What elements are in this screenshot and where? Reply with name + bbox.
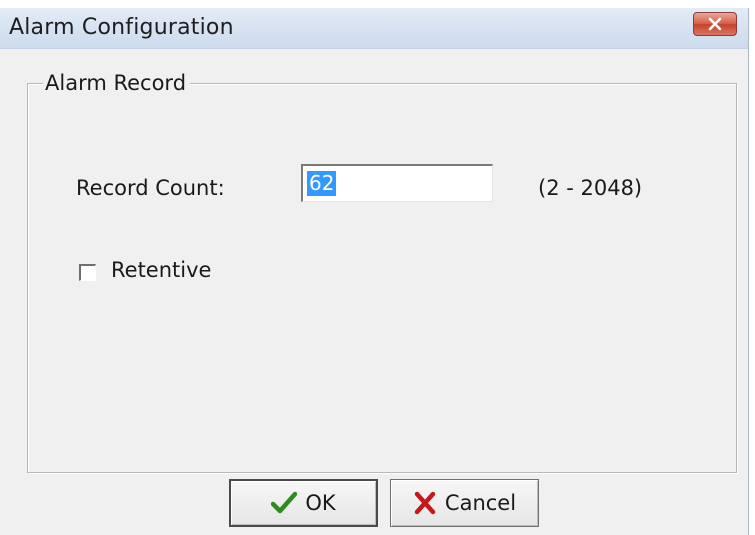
record-count-label: Record Count: bbox=[76, 176, 225, 200]
group-legend: Alarm Record bbox=[43, 71, 191, 95]
ok-button[interactable]: OK bbox=[229, 479, 378, 527]
close-button[interactable] bbox=[693, 12, 737, 36]
record-count-range: (2 - 2048) bbox=[538, 176, 643, 200]
cancel-button-label: Cancel bbox=[444, 491, 517, 515]
ok-button-label: OK bbox=[305, 491, 336, 515]
record-count-value: 62 bbox=[307, 171, 337, 196]
alarm-record-group: Alarm Record Record Count: 62 (2 - 2048)… bbox=[27, 71, 737, 473]
retentive-label[interactable]: Retentive bbox=[111, 258, 211, 282]
checkmark-icon bbox=[271, 491, 298, 515]
title-bar[interactable]: Alarm Configuration bbox=[0, 8, 748, 49]
retentive-checkbox[interactable] bbox=[79, 264, 96, 281]
x-icon bbox=[413, 491, 437, 515]
cancel-button[interactable]: Cancel bbox=[390, 479, 539, 527]
dialog-client-area: Alarm Record Record Count: 62 (2 - 2048)… bbox=[0, 49, 748, 535]
record-count-input[interactable]: 62 bbox=[301, 164, 493, 202]
window-title: Alarm Configuration bbox=[9, 15, 234, 40]
alarm-configuration-dialog: Alarm Configuration Alarm Record Record … bbox=[0, 8, 749, 535]
top-strip bbox=[0, 0, 755, 8]
close-icon bbox=[708, 17, 722, 31]
